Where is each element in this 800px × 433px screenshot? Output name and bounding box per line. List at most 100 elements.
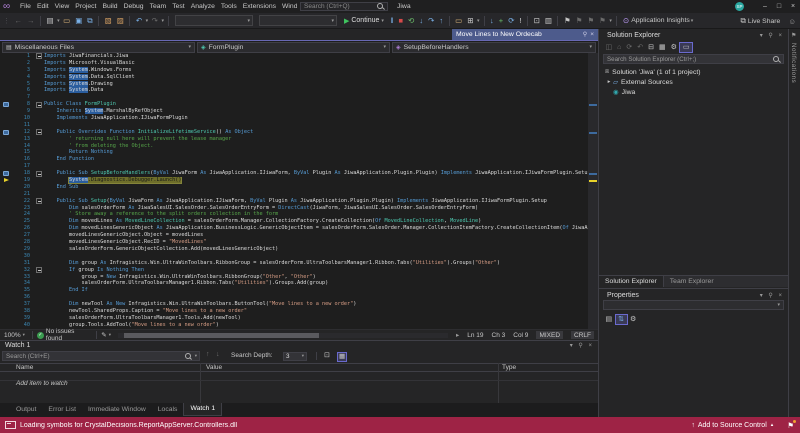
menu-test[interactable]: Test bbox=[169, 0, 187, 13]
step-over-icon[interactable]: ↷ bbox=[426, 13, 437, 28]
code-line[interactable]: 19 System.Diagnostics.Debugger.Launch() bbox=[0, 177, 588, 184]
code-line[interactable]: 32 If group Is Nothing Then bbox=[0, 267, 588, 274]
bookmark-marker-icon[interactable] bbox=[3, 171, 9, 176]
edit-actions-icon[interactable]: ✎ bbox=[101, 331, 106, 339]
watch-add-item-row[interactable]: Add item to watch bbox=[0, 372, 598, 381]
restart-icon[interactable]: ⟲ bbox=[406, 13, 417, 28]
editor-vertical-scrollbar[interactable] bbox=[588, 53, 598, 329]
refresh-icon[interactable]: ⟳ bbox=[506, 13, 517, 28]
refresh-icon[interactable]: ⟳ bbox=[624, 43, 635, 51]
step-into-icon[interactable]: ↓ bbox=[417, 13, 426, 28]
right-panel-tab-solution-explorer[interactable]: Solution Explorer bbox=[599, 276, 664, 287]
download-icon[interactable]: ↓ bbox=[488, 13, 497, 28]
collapse-all-icon[interactable]: ⊟ bbox=[646, 43, 657, 51]
tree-expander-icon[interactable]: ▸ bbox=[605, 79, 613, 85]
code-line[interactable]: 37 Dim newTool As New Infragistics.Win.U… bbox=[0, 301, 588, 308]
menu-file[interactable]: File bbox=[17, 0, 34, 13]
step-out-icon[interactable]: ↑ bbox=[437, 13, 446, 28]
menu-build[interactable]: Build bbox=[99, 0, 120, 13]
code-line[interactable]: 22 Public Sub Setup(ByVal JiwaForm As Ji… bbox=[0, 198, 588, 205]
panel-tab-watch-1[interactable]: Watch 1 bbox=[183, 403, 222, 416]
live-share-button[interactable]: Live Share bbox=[748, 18, 781, 25]
add-to-source-control-button[interactable]: Add to Source Control bbox=[698, 422, 767, 429]
search-depth-select[interactable]: 3 ▾ bbox=[283, 352, 307, 361]
code-line[interactable]: 20 End Sub bbox=[0, 184, 588, 191]
panel-header-icons[interactable]: ▾ ⚲ × bbox=[760, 292, 784, 299]
tree-item-external-sources[interactable]: ▸▱External Sources bbox=[599, 77, 788, 87]
user-avatar[interactable]: SP bbox=[735, 2, 744, 11]
pending-changes-filter-icon[interactable]: ↶ bbox=[635, 43, 646, 51]
tree-item-jiwa[interactable]: ◉Jiwa bbox=[599, 87, 788, 97]
menu-team[interactable]: Team bbox=[147, 0, 170, 13]
show-all-files-icon[interactable]: ▦ bbox=[656, 43, 668, 51]
save-all-icon[interactable]: ⧉ bbox=[85, 13, 95, 28]
chevron-down-icon[interactable]: ▾ bbox=[476, 18, 481, 24]
redo-icon[interactable]: ↷ bbox=[149, 13, 160, 28]
window-layout-icon[interactable]: ⊞ bbox=[465, 13, 476, 28]
toolbar-grip[interactable]: ⋮ bbox=[3, 17, 10, 25]
code-line[interactable]: 13 ' returning null here will prevent th… bbox=[0, 136, 588, 143]
clear-bookmarks-icon[interactable]: ⚑ bbox=[597, 13, 609, 28]
maximize-button[interactable]: □ bbox=[772, 0, 786, 13]
menu-edit[interactable]: Edit bbox=[34, 0, 52, 13]
categorized-icon[interactable]: ▤ bbox=[603, 315, 615, 323]
code-line[interactable]: 10 Implements JiwaApplication.IJiwaFormP… bbox=[0, 115, 588, 122]
scroll-right-icon[interactable]: ▸ bbox=[456, 331, 459, 339]
bookmark-marker-icon[interactable] bbox=[3, 130, 9, 135]
open-file-icon[interactable]: ▭ bbox=[61, 13, 73, 28]
scrollbar-thumb[interactable] bbox=[124, 333, 319, 338]
watch-col-value[interactable]: Value bbox=[206, 364, 222, 372]
code-line[interactable]: 25 Dim movedLines As MovedLineCollection… bbox=[0, 218, 588, 225]
watch-col-type[interactable]: Type bbox=[502, 364, 516, 372]
code-line[interactable]: 39 salesOrderForm.UltraToolbarsManager1.… bbox=[0, 315, 588, 322]
code-line[interactable]: 29 salesOrderForm.GenericObjectCollectio… bbox=[0, 246, 588, 253]
fold-collapse-icon[interactable] bbox=[36, 198, 42, 204]
code-line[interactable]: 8Public Class FormPlugin bbox=[0, 101, 588, 108]
code-line[interactable]: 24 ' Store away a reference to the split… bbox=[0, 211, 588, 218]
copy-icon[interactable]: ▧ bbox=[102, 13, 114, 28]
notifications-label[interactable]: Notifications bbox=[790, 43, 797, 83]
code-line[interactable]: 6Imports System.Data bbox=[0, 87, 588, 94]
document-tab[interactable]: Move Lines to New Ordecab ⚲ × bbox=[452, 29, 598, 40]
code-line[interactable]: 30 bbox=[0, 253, 588, 260]
search-down-icon[interactable]: ↓ bbox=[216, 351, 220, 358]
fold-collapse-icon[interactable] bbox=[36, 267, 42, 273]
code-line[interactable]: 33 group = New Infragistics.Win.UltraWin… bbox=[0, 274, 588, 281]
next-bookmark-icon[interactable]: ⚑ bbox=[585, 13, 597, 28]
type-dropdown[interactable]: ◈ FormPlugin ▾ bbox=[197, 42, 390, 53]
preview-selected-items-icon[interactable]: ▭ bbox=[679, 42, 693, 53]
fold-collapse-icon[interactable] bbox=[36, 102, 42, 108]
notifications-icon[interactable]: ⚑ bbox=[791, 32, 796, 39]
code-line[interactable]: 21 bbox=[0, 191, 588, 198]
code-line[interactable]: 23 Dim salesOrderForm As JiwaSalesUI.Sal… bbox=[0, 205, 588, 212]
code-line[interactable]: 7 bbox=[0, 94, 588, 101]
chevron-down-icon[interactable]: ▾ bbox=[608, 18, 613, 24]
close-button[interactable]: × bbox=[786, 0, 800, 13]
code-editor[interactable]: 1Imports JiwaFinancials.Jiwa2Imports Mic… bbox=[0, 53, 588, 329]
bookmark-marker-icon[interactable] bbox=[3, 102, 9, 107]
eol-indicator[interactable]: CRLF bbox=[571, 331, 594, 339]
code-line[interactable]: 36 bbox=[0, 294, 588, 301]
code-line[interactable]: 28 movedLinesGenericObject.RecID = "Move… bbox=[0, 239, 588, 246]
properties-icon[interactable]: ⚙ bbox=[668, 43, 679, 51]
search-up-icon[interactable]: ↑ bbox=[206, 351, 210, 358]
properties-object-combo[interactable]: ▾ bbox=[603, 300, 784, 310]
panel-tab-output[interactable]: Output bbox=[10, 403, 42, 416]
panel-tab-locals[interactable]: Locals bbox=[152, 403, 184, 416]
panel-tab-error-list[interactable]: Error List bbox=[42, 403, 82, 416]
menu-project[interactable]: Project bbox=[72, 0, 99, 13]
code-line[interactable]: 9 Inherits System.MarshalByRefObject bbox=[0, 108, 588, 115]
undo-icon[interactable]: ↶ bbox=[133, 13, 144, 28]
tree-item-solution-jiwa-1-of-1-project[interactable]: ⧈Solution 'Jiwa' (1 of 1 project) bbox=[599, 67, 788, 77]
menu-analyze[interactable]: Analyze bbox=[188, 0, 218, 13]
alphabetical-icon[interactable]: ⇅ bbox=[615, 314, 628, 325]
fold-collapse-icon[interactable] bbox=[36, 171, 42, 177]
menu-extensions[interactable]: Extensions bbox=[240, 0, 279, 13]
member-dropdown[interactable]: ◈ SetupBeforeHandlers ▾ bbox=[392, 42, 596, 53]
solution-explorer-search[interactable]: Search Solution Explorer (Ctrl+;) bbox=[603, 54, 784, 64]
code-line[interactable]: 16 End Function bbox=[0, 156, 588, 163]
code-line[interactable]: 35 End If bbox=[0, 287, 588, 294]
save-icon[interactable]: ▣ bbox=[73, 13, 85, 28]
solution-configurations-combo[interactable]: ▾ bbox=[175, 15, 253, 26]
fold-collapse-icon[interactable] bbox=[36, 129, 42, 135]
